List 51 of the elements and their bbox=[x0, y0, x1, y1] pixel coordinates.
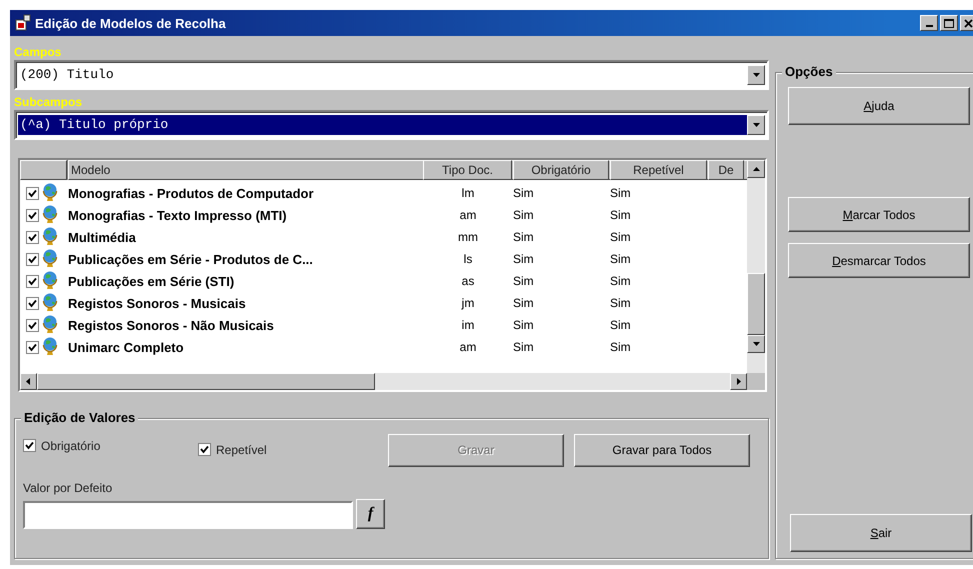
table-cell-text: lm bbox=[460, 186, 476, 200]
table-cell-text: Sim bbox=[513, 296, 535, 310]
checkbox-label: Obrigatório bbox=[41, 439, 100, 453]
table-cell-text: Sim bbox=[513, 186, 535, 200]
table-cell-text: im bbox=[460, 318, 476, 332]
column-header[interactable]: Obrigatório bbox=[513, 160, 609, 180]
table-cell-text: am bbox=[458, 208, 478, 222]
option-button[interactable]: Marcar Todos bbox=[788, 197, 970, 232]
table-cell-text: Sim bbox=[610, 274, 632, 288]
checkbox-label: Repetível bbox=[216, 443, 267, 457]
table-cell-text: Sim bbox=[610, 340, 632, 354]
table-cell-text: Registos Sonoros - Não Musicais bbox=[68, 318, 275, 332]
table-cell-text: Sim bbox=[513, 318, 535, 332]
table-cell-text: Sim bbox=[513, 252, 535, 266]
window-title: Edição de Modelos de Recolha bbox=[35, 16, 227, 30]
table-cell-text: Sim bbox=[610, 252, 632, 266]
table-cell-text: Unimarc Completo bbox=[68, 340, 185, 354]
table-cell-text: Monografias - Texto Impresso (MTI) bbox=[68, 208, 288, 222]
table-cell-text: as bbox=[460, 274, 476, 288]
option-button[interactable]: Desmarcar Todos bbox=[788, 243, 970, 278]
table-cell-text: Sim bbox=[610, 230, 632, 244]
table-cell-text: Sim bbox=[610, 318, 632, 332]
column-header[interactable]: De bbox=[708, 160, 744, 180]
table-cell-text: Sim bbox=[513, 274, 535, 288]
field-label: Subcampos bbox=[14, 94, 84, 110]
column-header[interactable]: Repetível bbox=[610, 160, 707, 180]
table-cell-text: Sim bbox=[513, 208, 535, 222]
table-cell-text: Sim bbox=[610, 208, 632, 222]
table-cell-text: ls bbox=[462, 252, 474, 266]
save-button[interactable]: Gravar para Todos bbox=[574, 434, 750, 466]
column-header[interactable]: Tipo Doc. bbox=[423, 160, 512, 180]
table-cell-text: Publicações em Série (STI) bbox=[68, 274, 236, 288]
table-cell-text: Registos Sonoros - Musicais bbox=[68, 296, 247, 310]
table-cell-text: Multimédia bbox=[68, 230, 137, 244]
option-button[interactable]: Ajuda bbox=[788, 87, 970, 125]
field-label: Valor por Defeito bbox=[23, 481, 114, 495]
option-button[interactable]: Sair bbox=[790, 514, 972, 552]
table-cell-text: Sim bbox=[610, 186, 632, 200]
table-cell-text: Sim bbox=[610, 296, 632, 310]
table-cell-text: Sim bbox=[513, 340, 535, 354]
function-button[interactable]: f bbox=[356, 499, 385, 529]
group-title: Opções bbox=[782, 64, 836, 79]
table-cell-text: jm bbox=[460, 296, 476, 310]
table-cell-text: am bbox=[458, 340, 478, 354]
table-cell-text: Monografias - Produtos de Computador bbox=[68, 186, 315, 200]
table-cell-text: mm bbox=[457, 230, 479, 244]
group-title: Edição de Valores bbox=[21, 410, 138, 425]
table-cell-text: Sim bbox=[513, 230, 535, 244]
subfield-dropdown[interactable]: (^a) Titulo próprio bbox=[18, 115, 747, 135]
field-label: Campos bbox=[14, 44, 62, 60]
table-cell-text: Publicações em Série - Produtos de C... bbox=[68, 252, 314, 266]
